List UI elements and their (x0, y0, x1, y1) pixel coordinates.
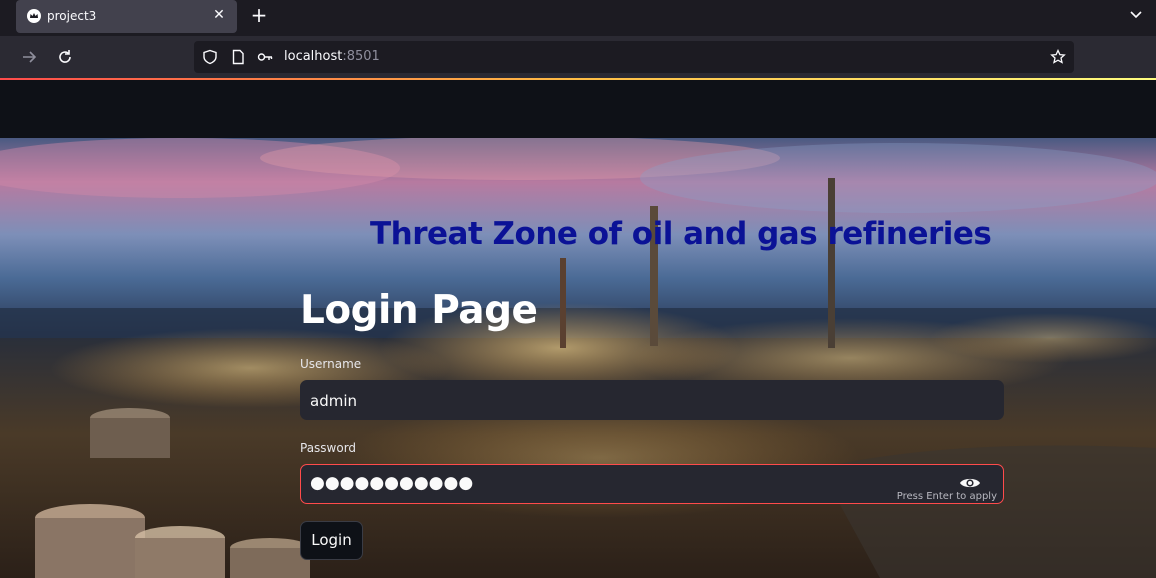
key-icon[interactable] (257, 49, 273, 65)
star-icon[interactable] (1050, 48, 1066, 65)
refinery-background-image (0, 138, 1156, 578)
forward-arrow-icon[interactable] (20, 48, 38, 66)
page-title: Threat Zone of oil and gas refineries (370, 216, 992, 252)
url-host: localhost (284, 49, 343, 64)
password-label: Password (300, 441, 357, 455)
url-port: :8501 (342, 49, 380, 64)
chevron-down-icon[interactable] (1128, 6, 1144, 22)
eye-icon[interactable] (959, 475, 981, 491)
shield-icon[interactable] (202, 49, 218, 65)
username-value: admin (310, 392, 357, 410)
app-header (0, 80, 1156, 138)
crown-favicon-icon (27, 9, 41, 23)
press-enter-hint: Press Enter to apply (896, 491, 997, 502)
username-label: Username (300, 357, 362, 371)
plus-icon[interactable]: + (249, 5, 269, 25)
browser-tab[interactable]: project3 ✕ (16, 0, 237, 33)
browser-tab-bar: project3 ✕ + (0, 0, 1156, 36)
browser-nav-bar: localhost:8501 (0, 36, 1156, 78)
username-input[interactable]: admin (300, 380, 1004, 420)
url-bar[interactable]: localhost:8501 (194, 41, 1074, 73)
reload-icon[interactable] (56, 48, 74, 66)
password-input[interactable]: ●●●●●●●●●●● Press Enter to apply (300, 464, 1004, 504)
login-heading: Login Page (300, 288, 538, 333)
close-icon[interactable]: ✕ (211, 7, 227, 23)
url-text[interactable]: localhost:8501 (284, 49, 380, 64)
tab-title: project3 (47, 9, 97, 23)
page-icon[interactable] (230, 49, 246, 65)
password-value: ●●●●●●●●●●● (310, 473, 474, 493)
login-button[interactable]: Login (300, 521, 363, 560)
